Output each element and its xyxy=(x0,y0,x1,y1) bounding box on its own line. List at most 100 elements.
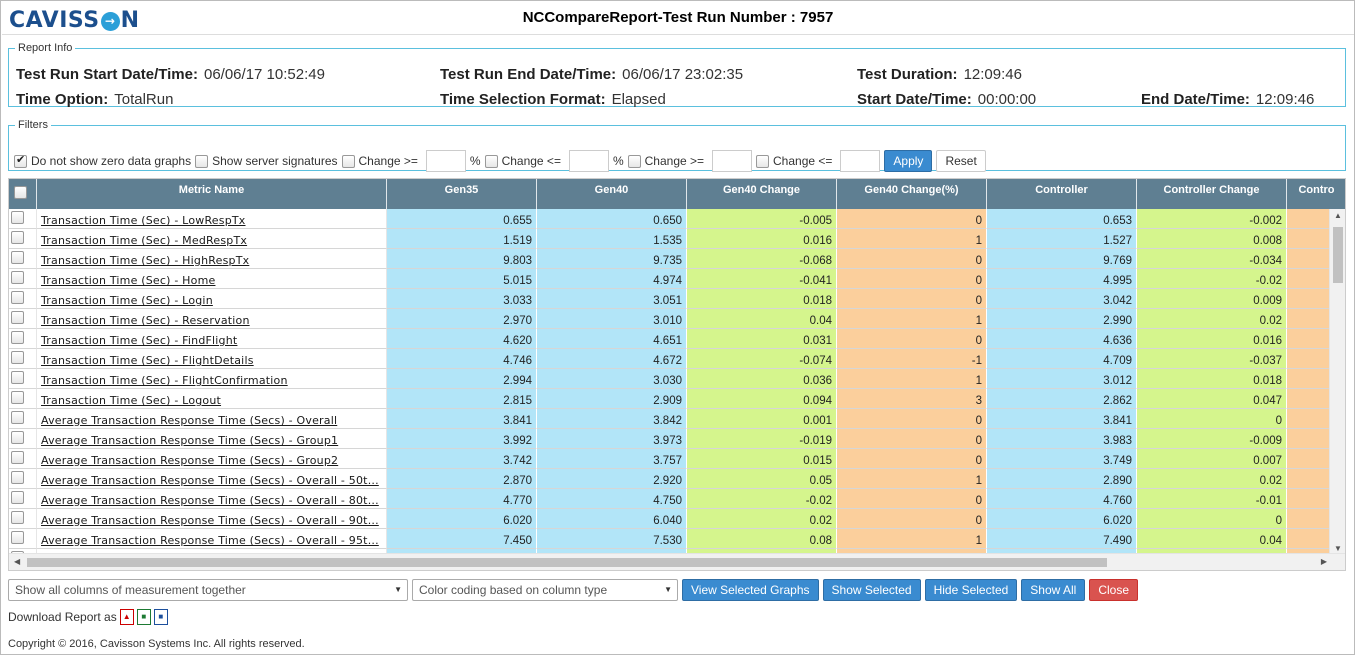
controller-next-value xyxy=(1287,489,1331,509)
select-all-checkbox[interactable] xyxy=(14,186,27,200)
row-checkbox[interactable] xyxy=(11,451,24,464)
metric-name-link[interactable]: Transaction Time (Sec) - FlightDetails xyxy=(37,349,387,369)
scroll-right-icon[interactable]: ▶ xyxy=(1321,557,1327,566)
gen40-change-pct-header[interactable]: Gen40 Change(%) xyxy=(837,179,987,209)
controller-change-value: -0.034 xyxy=(1137,249,1287,269)
metric-name-link[interactable]: Transaction Time (Sec) - MedRespTx xyxy=(37,229,387,249)
server-signatures-checkbox[interactable] xyxy=(195,154,209,168)
start-datetime-field: Start Date/Time: 00:00:00 xyxy=(857,91,1037,108)
change-le-input[interactable] xyxy=(840,150,881,172)
scroll-down-icon[interactable]: ▼ xyxy=(1334,544,1342,553)
gen40-change-value: 0.015 xyxy=(687,449,837,469)
zero-data-checkbox[interactable] xyxy=(14,153,27,168)
change-ge-checkbox[interactable] xyxy=(627,154,641,168)
row-checkbox[interactable] xyxy=(11,251,24,264)
change-ge-pct-input[interactable] xyxy=(425,150,466,172)
metric-name-link[interactable]: Average Transaction Response Time (Secs)… xyxy=(37,429,387,449)
table-row: Average Transaction Response Time (Secs)… xyxy=(9,509,1331,529)
change-le-checkbox[interactable] xyxy=(756,154,770,168)
close-button[interactable]: Close xyxy=(1089,579,1139,601)
chevron-down-icon: ▼ xyxy=(394,585,402,594)
metric-name-link[interactable]: Transaction Time (Sec) - Logout xyxy=(37,389,387,409)
gen40-change-value: 0.094 xyxy=(687,389,837,409)
row-checkbox[interactable] xyxy=(11,471,24,484)
gen35-value: 2.870 xyxy=(387,469,537,489)
controller-value: 2.890 xyxy=(987,469,1137,489)
row-checkbox[interactable] xyxy=(11,351,24,364)
metric-name-link[interactable]: Average Transaction Response Time (Secs)… xyxy=(37,409,387,429)
controller-next-value xyxy=(1287,329,1331,349)
gen40-header[interactable]: Gen40 xyxy=(537,179,687,209)
horizontal-scrollbar[interactable]: ◀ ▶ xyxy=(9,553,1345,570)
select-all-header[interactable] xyxy=(9,179,37,209)
color-coding-select[interactable]: Color coding based on column type ▼ xyxy=(412,579,678,601)
download-label: Download Report as xyxy=(8,610,117,624)
gen35-header[interactable]: Gen35 xyxy=(387,179,537,209)
gen40-change-pct-value: 1 xyxy=(837,229,987,249)
hide-selected-button[interactable]: Hide Selected xyxy=(924,579,1018,601)
scroll-up-icon[interactable]: ▲ xyxy=(1334,211,1342,220)
test-start-field: Test Run Start Date/Time: 06/06/17 10:52:… xyxy=(16,66,325,83)
row-checkbox[interactable] xyxy=(11,211,24,224)
metric-name-link[interactable]: Average Transaction Response Time (Secs)… xyxy=(37,529,387,549)
controller-value: 9.769 xyxy=(987,249,1137,269)
metric-name-link[interactable]: Transaction Time (Sec) - FlightConfirmat… xyxy=(37,369,387,389)
apply-button[interactable]: Apply xyxy=(884,150,933,172)
row-checkbox[interactable] xyxy=(11,291,24,304)
metric-name-link[interactable]: Average Transaction Response Time (Secs)… xyxy=(37,449,387,469)
metric-name-link[interactable]: Transaction Time (Sec) - HighRespTx xyxy=(37,249,387,269)
vertical-scroll-thumb[interactable] xyxy=(1333,227,1343,283)
change-le-pct-checkbox[interactable] xyxy=(484,154,498,168)
controller-value: 3.841 xyxy=(987,409,1137,429)
row-checkbox[interactable] xyxy=(11,271,24,284)
metric-name-link[interactable]: Average Transaction Response Time (Secs)… xyxy=(37,469,387,489)
row-checkbox[interactable] xyxy=(11,331,24,344)
row-checkbox[interactable] xyxy=(11,371,24,384)
metric-name-link[interactable]: Transaction Time (Sec) - Login xyxy=(37,289,387,309)
horizontal-scroll-thumb[interactable] xyxy=(27,558,1107,567)
controller-next-value xyxy=(1287,469,1331,489)
show-selected-button[interactable]: Show Selected xyxy=(822,579,921,601)
row-checkbox xyxy=(9,329,37,349)
vertical-scrollbar[interactable]: ▲ ▼ xyxy=(1329,209,1345,555)
pdf-icon[interactable]: ▲ xyxy=(119,609,134,625)
row-checkbox[interactable] xyxy=(11,511,24,524)
measurement-columns-select[interactable]: Show all columns of measurement together… xyxy=(8,579,408,601)
end-datetime-field: End Date/Time: 12:09:46 xyxy=(1141,91,1315,108)
row-checkbox[interactable] xyxy=(11,231,24,244)
row-checkbox[interactable] xyxy=(11,531,24,544)
gen40-value: 3.030 xyxy=(537,369,687,389)
metric-name-link[interactable]: Transaction Time (Sec) - Home xyxy=(37,269,387,289)
excel-icon[interactable]: ■ xyxy=(136,609,151,625)
metric-name-link[interactable]: Average Transaction Response Time (Secs)… xyxy=(37,489,387,509)
gen40-value: 3.757 xyxy=(537,449,687,469)
metric-name-link[interactable]: Average Transaction Response Time (Secs)… xyxy=(37,509,387,529)
row-checkbox xyxy=(9,309,37,329)
row-checkbox[interactable] xyxy=(11,411,24,424)
controller-next-value xyxy=(1287,349,1331,369)
scroll-left-icon[interactable]: ◀ xyxy=(14,557,20,566)
controller-change-header[interactable]: Controller Change xyxy=(1137,179,1287,209)
controller-next-value xyxy=(1287,249,1331,269)
metric-name-link[interactable]: Transaction Time (Sec) - Reservation xyxy=(37,309,387,329)
grid-header: Metric Name Gen35 Gen40 Gen40 Change Gen40 C… xyxy=(9,179,1345,209)
controller-next-header[interactable]: Contro xyxy=(1287,179,1345,209)
change-ge-pct-checkbox[interactable] xyxy=(341,154,355,168)
change-le-pct-input[interactable] xyxy=(568,150,609,172)
row-checkbox[interactable] xyxy=(11,311,24,324)
metric-name-header[interactable]: Metric Name xyxy=(37,179,387,209)
view-selected-graphs-button[interactable]: View Selected Graphs xyxy=(682,579,819,601)
row-checkbox[interactable] xyxy=(11,391,24,404)
test-duration-field: Test Duration: 12:09:46 xyxy=(857,66,1022,83)
controller-value: 4.995 xyxy=(987,269,1137,289)
row-checkbox[interactable] xyxy=(11,491,24,504)
reset-button[interactable]: Reset xyxy=(936,150,986,172)
row-checkbox[interactable] xyxy=(11,431,24,444)
metric-name-link[interactable]: Transaction Time (Sec) - FindFlight xyxy=(37,329,387,349)
metric-name-link[interactable]: Transaction Time (Sec) - LowRespTx xyxy=(37,209,387,229)
show-all-button[interactable]: Show All xyxy=(1021,579,1086,601)
change-ge-input[interactable] xyxy=(712,150,753,172)
gen40-change-header[interactable]: Gen40 Change xyxy=(687,179,837,209)
word-icon[interactable]: ■ xyxy=(153,609,168,625)
controller-header[interactable]: Controller xyxy=(987,179,1137,209)
